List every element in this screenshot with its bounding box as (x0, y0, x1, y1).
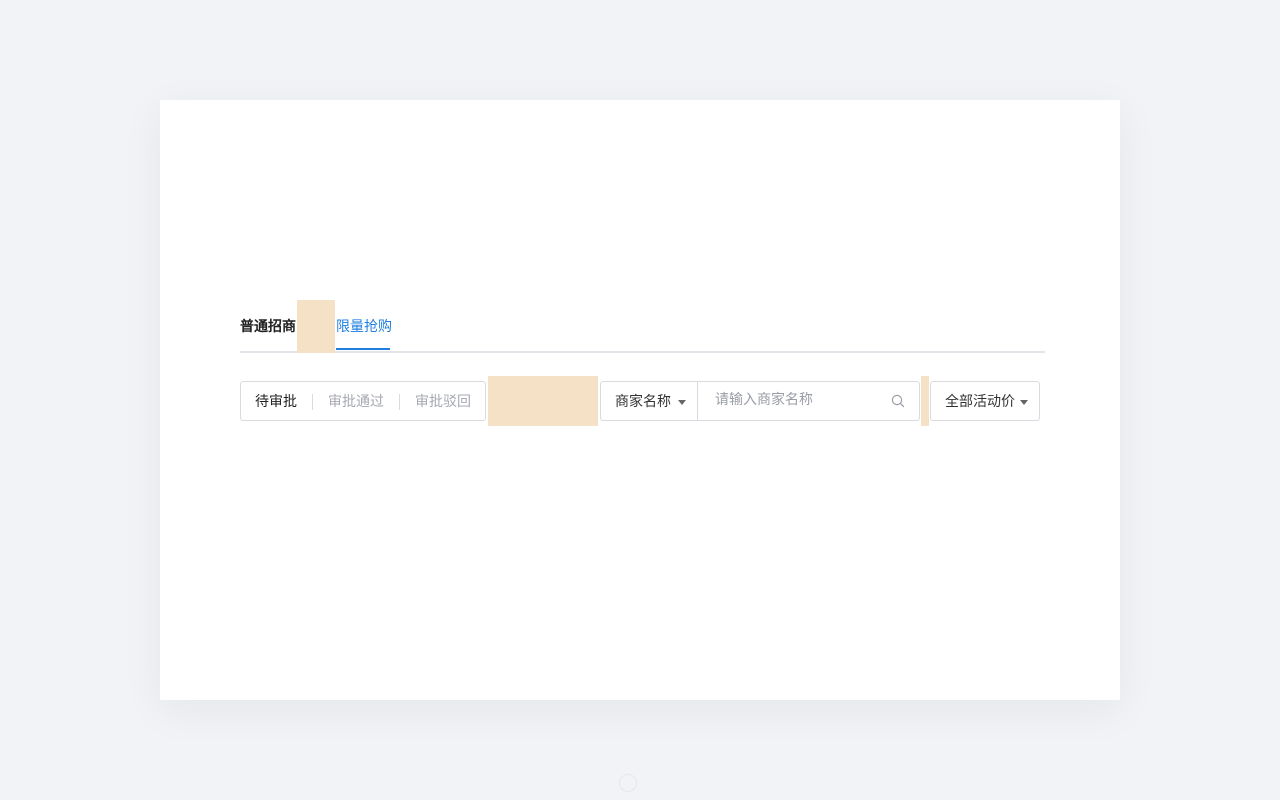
caret-down-icon (678, 400, 686, 405)
status-segmented-control: 待审批 审批通过 审批驳回 (240, 381, 486, 421)
merchant-search-input[interactable] (699, 383, 895, 417)
search-icon[interactable] (891, 394, 905, 408)
status-pending[interactable]: 待审批 (255, 392, 297, 412)
main-card: 普通招商 限量抢购 待审批 审批通过 审批驳回 商家名称 全部 (160, 100, 1120, 700)
placeholder-block (488, 376, 598, 426)
placeholder-block (921, 376, 929, 426)
loading-indicator-icon (619, 774, 637, 792)
caret-down-icon (1020, 400, 1028, 405)
status-approved[interactable]: 审批通过 (328, 392, 384, 412)
tab-normal-recruitment[interactable]: 普通招商 (240, 317, 296, 337)
activity-price-select[interactable]: 全部活动价 (930, 381, 1040, 421)
active-tab-indicator (336, 348, 390, 350)
tab-gap-placeholder (297, 300, 335, 353)
segment-divider (312, 394, 313, 410)
tab-bar: 普通招商 限量抢购 (240, 300, 1045, 353)
search-field-label: 商家名称 (615, 394, 671, 410)
status-rejected[interactable]: 审批驳回 (415, 392, 471, 412)
merchant-search-group: 商家名称 (600, 381, 920, 421)
segment-divider (399, 394, 400, 410)
filter-row: 待审批 审批通过 审批驳回 商家名称 全部活动价 (240, 376, 1040, 426)
tab-limited-flash-sale[interactable]: 限量抢购 (336, 317, 392, 337)
search-field-select[interactable]: 商家名称 (601, 382, 698, 420)
activity-price-label: 全部活动价 (945, 394, 1015, 410)
